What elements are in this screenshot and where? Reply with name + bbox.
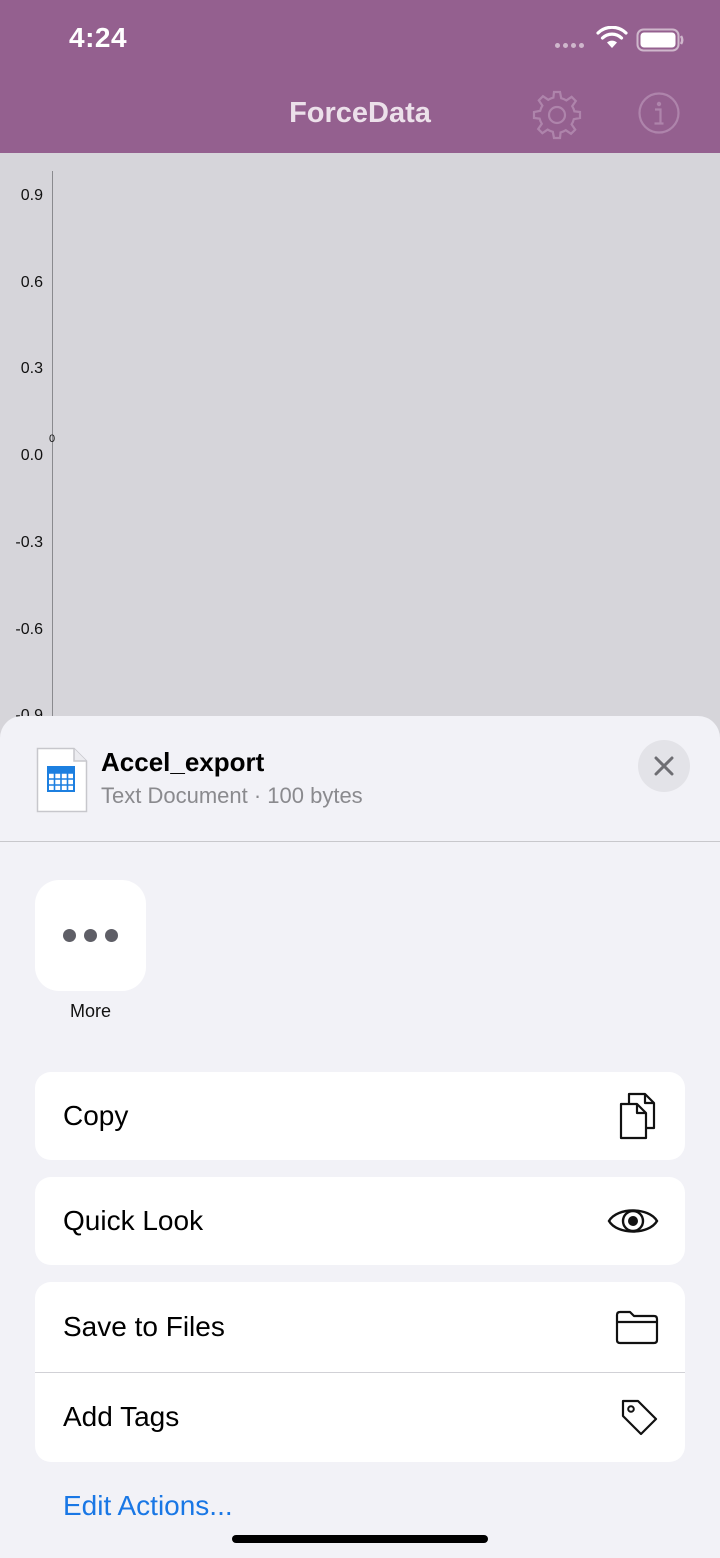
action-group-files: Save to Files Add Tags	[35, 1282, 685, 1462]
status-time: 4:24	[69, 22, 128, 53]
y-tick-label: 0.9	[20, 187, 43, 204]
action-label: Add Tags	[63, 1401, 180, 1432]
edit-actions-link[interactable]: Edit Actions...	[63, 1490, 233, 1522]
y-tick-label: -0.6	[15, 620, 43, 638]
row-separator	[35, 1372, 685, 1373]
action-group-quicklook: Quick Look	[35, 1177, 685, 1265]
save-to-files-action[interactable]: Save to Files	[35, 1282, 685, 1372]
close-icon	[654, 756, 674, 776]
tag-icon	[621, 1399, 658, 1436]
share-sheet: Accel_export Text Document · 100 bytes M…	[0, 716, 720, 1558]
folder-icon	[615, 1310, 659, 1345]
y-tick-label: 0.3	[20, 360, 43, 378]
copy-icon	[619, 1092, 656, 1140]
home-indicator	[232, 1535, 488, 1543]
info-icon[interactable]	[637, 91, 681, 135]
cellular-signal-icon	[555, 43, 584, 48]
action-label: Save to Files	[63, 1311, 225, 1342]
file-name: Accel_export	[101, 747, 265, 777]
action-label: Copy	[63, 1100, 129, 1131]
more-label: More	[69, 1001, 111, 1021]
copy-action[interactable]: Copy	[35, 1072, 685, 1160]
gear-icon[interactable]	[531, 89, 583, 141]
acceleration-chart: 0.90.60.30.0-0.3-0.6-0.9 0	[0, 153, 720, 723]
quick-look-action[interactable]: Quick Look	[35, 1177, 685, 1265]
x-tick-label: 0	[49, 433, 56, 445]
close-button[interactable]	[638, 740, 690, 792]
file-meta: Text Document · 100 bytes	[101, 783, 363, 808]
y-axis-line	[52, 171, 53, 723]
more-button[interactable]	[35, 880, 146, 991]
ellipsis-icon	[63, 929, 76, 942]
action-label: Quick Look	[63, 1205, 204, 1236]
y-tick-label: -0.3	[15, 533, 43, 551]
eye-icon	[607, 1209, 659, 1233]
y-tick-label: 0.6	[20, 273, 43, 291]
add-tags-action[interactable]: Add Tags	[35, 1372, 685, 1462]
header-divider	[0, 841, 720, 842]
battery-icon	[636, 28, 684, 52]
wifi-icon	[596, 26, 628, 48]
spreadsheet-file-icon	[36, 747, 88, 813]
action-group-copy: Copy	[35, 1072, 685, 1160]
y-tick-label: 0.0	[20, 447, 43, 465]
app-bar: 4:24 ForceData	[0, 0, 720, 153]
app-title: ForceData	[289, 97, 431, 129]
